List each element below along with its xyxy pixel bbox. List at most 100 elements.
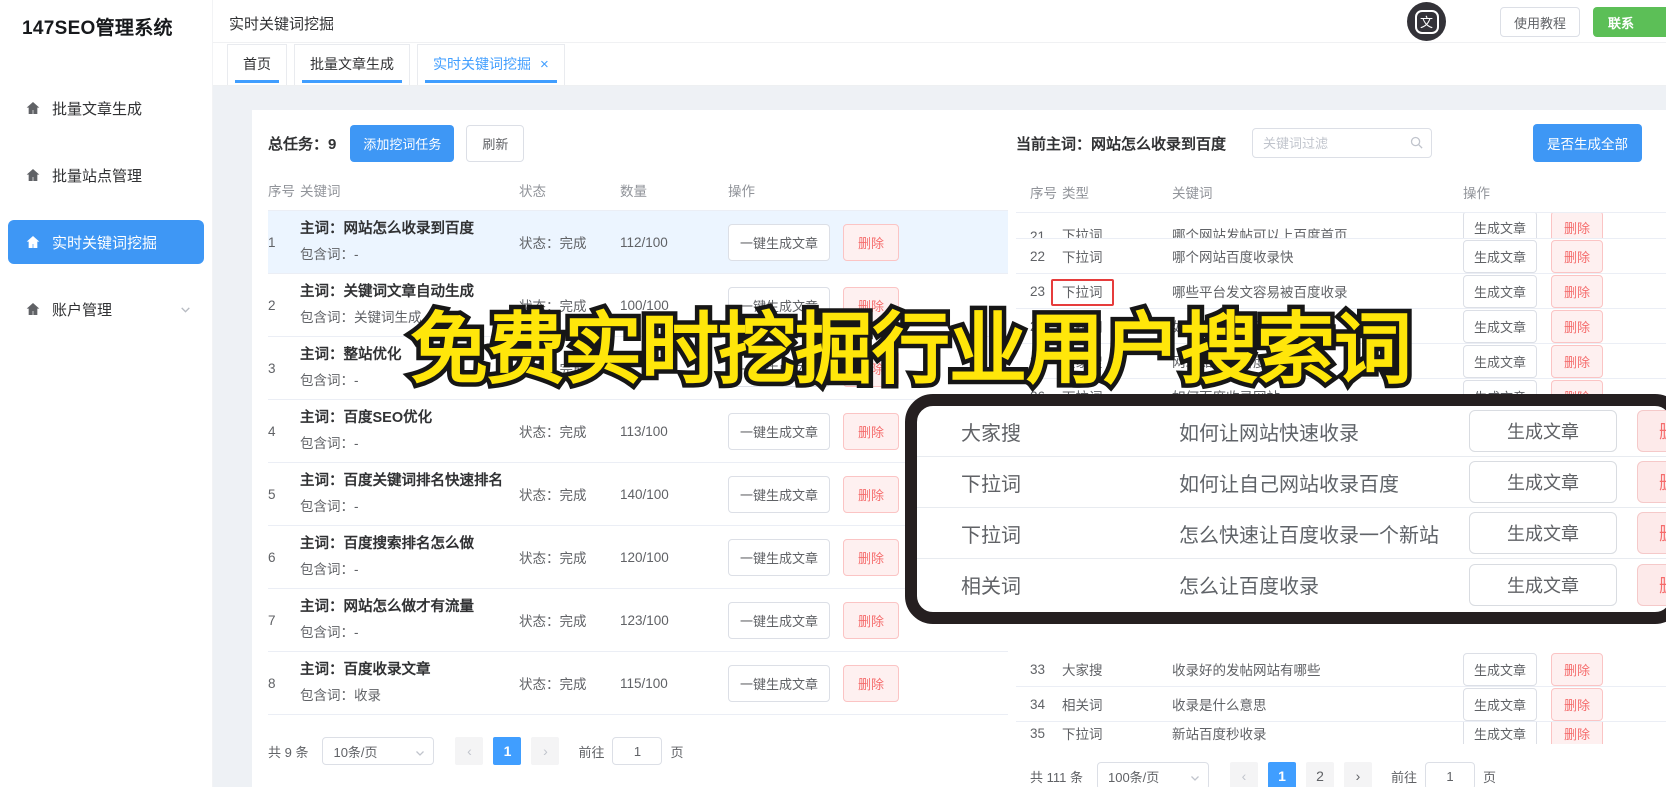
task-row-number: 2: [268, 297, 276, 313]
task-main-keyword: 主词：整站优化: [300, 347, 402, 363]
generate-all-button[interactable]: 是否生成全部: [1533, 124, 1642, 162]
sidebar-item-label: 实时关键词挖掘: [52, 234, 158, 252]
page-button-1[interactable]: 1: [493, 737, 522, 765]
goto-page-input[interactable]: [1425, 762, 1475, 787]
keyword-row-number: 22: [1030, 248, 1046, 264]
generate-article-button[interactable]: 生成文章: [1463, 652, 1538, 686]
generate-article-button[interactable]: 一键生成文章: [728, 475, 831, 513]
next-page-button[interactable]: ›: [1343, 762, 1372, 787]
generate-article-button[interactable]: 生成文章: [1469, 461, 1617, 503]
generate-article-button[interactable]: 生成文章: [1463, 239, 1538, 273]
sidebar-item-4[interactable]: 账户管理: [8, 287, 204, 331]
tab-1[interactable]: 首页: [227, 44, 287, 85]
contact-button[interactable]: 联系: [1593, 7, 1666, 37]
generate-article-button[interactable]: 一键生成文章: [728, 664, 831, 702]
task-row: 7 主词：网站怎么做才有流量 包含词：- 状态：完成 123/100 一键生成文章 删除: [268, 589, 1008, 652]
delete-button[interactable]: 删除: [843, 538, 900, 576]
task-row: 6 主词：百度搜索排名怎么做 包含词：- 状态：完成 120/100 一键生成文章 删除: [268, 526, 1008, 589]
generate-article-button[interactable]: 生成文章: [1463, 309, 1538, 343]
delete-button[interactable]: 删除: [1551, 344, 1604, 378]
sidebar-item-2[interactable]: 批量站点管理: [8, 153, 204, 197]
type-label: 大家搜: [1062, 663, 1103, 678]
keyword-filter-input[interactable]: [1252, 128, 1433, 158]
sidebar-item-3[interactable]: 实时关键词挖掘: [8, 220, 204, 264]
current-keyword-label: 当前主词：网站怎么收录到百度: [1016, 135, 1227, 153]
task-status: 状态：完成: [519, 299, 587, 314]
generate-article-button[interactable]: 一键生成文章: [728, 412, 831, 450]
generate-article-button[interactable]: 一键生成文章: [728, 349, 831, 387]
delete-button[interactable]: 删除: [1637, 563, 1666, 606]
delete-button[interactable]: 删除: [1551, 722, 1604, 744]
keyword-row: 35 下拉词 新站百度秒收录 生成文章 删除: [1016, 722, 1666, 744]
generate-article-button[interactable]: 一键生成文章: [728, 538, 831, 576]
delete-button[interactable]: 删除: [1637, 410, 1666, 452]
goto-page-input[interactable]: [612, 737, 663, 765]
delete-button[interactable]: 删除: [1551, 309, 1604, 343]
task-actions: 一键生成文章 删除: [728, 286, 1008, 324]
next-page-button[interactable]: ›: [531, 737, 560, 765]
keyword-panel-header: 当前主词：网站怎么收录到百度 是否生成全部: [1016, 124, 1666, 162]
delete-button[interactable]: 删除: [843, 349, 900, 387]
delete-button[interactable]: 删除: [843, 664, 900, 702]
generate-article-button[interactable]: 生成文章: [1463, 274, 1538, 308]
task-row-number: 8: [268, 675, 276, 691]
delete-button[interactable]: 删除: [1637, 461, 1666, 503]
page-button-1[interactable]: 1: [1267, 762, 1296, 787]
delete-button[interactable]: 删除: [843, 475, 900, 513]
task-row-number: 1: [268, 234, 276, 250]
tab-2[interactable]: 批量文章生成: [294, 44, 410, 85]
delete-button[interactable]: 删除: [843, 286, 900, 324]
refresh-button[interactable]: 刷新: [466, 124, 525, 162]
keyword-text: 如何让网站被百度收录: [1172, 320, 1307, 335]
task-actions: 一键生成文章 删除: [728, 223, 1008, 261]
delete-button[interactable]: 删除: [1551, 213, 1604, 238]
delete-button[interactable]: 删除: [1551, 652, 1604, 686]
delete-button[interactable]: 删除: [843, 223, 900, 261]
generate-article-button[interactable]: 一键生成文章: [728, 223, 831, 261]
tab-close-icon[interactable]: ×: [540, 57, 549, 72]
generate-article-button[interactable]: 一键生成文章: [728, 286, 831, 324]
generate-article-button[interactable]: 生成文章: [1463, 722, 1538, 744]
highlighted-type-label: 下拉词: [1051, 279, 1114, 306]
task-count: 115/100: [620, 675, 668, 691]
keyword-text: 哪个网站发帖可以上百度首页: [1172, 228, 1348, 239]
keyword-text: 哪个网站百度收录快: [1172, 250, 1294, 265]
col-keyword: 关键词: [300, 184, 341, 199]
task-main-keyword: 主词：关键词文章自动生成: [300, 284, 474, 300]
generate-article-button[interactable]: 生成文章: [1463, 344, 1538, 378]
page-button-2[interactable]: 2: [1305, 762, 1334, 787]
delete-button[interactable]: 删除: [1637, 512, 1666, 554]
previous-page-button[interactable]: ‹: [1229, 762, 1258, 787]
tutorial-button[interactable]: 使用教程: [1500, 7, 1581, 37]
page-size-select[interactable]: 10条/页: [322, 737, 435, 765]
generate-article-button[interactable]: 生成文章: [1469, 512, 1617, 554]
page-size-select[interactable]: 100条/页: [1096, 762, 1209, 787]
add-task-button[interactable]: 添加挖词任务: [350, 124, 455, 162]
type-label: 下拉词: [1062, 320, 1103, 335]
keyword-type: 下拉词: [1051, 279, 1172, 306]
generate-article-button[interactable]: 生成文章: [1463, 213, 1538, 238]
delete-button[interactable]: 删除: [1551, 274, 1604, 308]
task-status: 状态：完成: [519, 362, 587, 377]
keyword-row-number: 33: [1030, 661, 1046, 677]
delete-button[interactable]: 删除: [843, 412, 900, 450]
tab-label: 批量文章生成: [310, 56, 394, 72]
previous-page-button[interactable]: ‹: [455, 737, 484, 765]
delete-button[interactable]: 删除: [1551, 687, 1604, 721]
total-tasks-value: 9: [328, 135, 337, 153]
delete-button[interactable]: 删除: [1551, 239, 1604, 273]
sidebar-item-1[interactable]: 批量文章生成: [8, 86, 204, 130]
home-icon: [26, 169, 40, 181]
generate-article-button[interactable]: 生成文章: [1469, 410, 1617, 452]
keyword-pagination: 共 111 条 100条/页 ‹ 12 › 前往 页: [1016, 762, 1666, 787]
generate-article-button[interactable]: 生成文章: [1469, 563, 1617, 606]
chevron-down-icon: [1191, 776, 1199, 781]
delete-button[interactable]: 删除: [843, 601, 900, 639]
sidebar-item-label: 批量站点管理: [52, 167, 143, 185]
generate-article-button[interactable]: 一键生成文章: [728, 601, 831, 639]
task-table-body: 1 主词：网站怎么收录到百度 包含词：- 状态：完成 112/100 一键生成文章 删除 2 主…: [268, 211, 1008, 715]
magnified-type: 大家搜: [961, 422, 1021, 445]
tab-3[interactable]: 实时关键词挖掘 ×: [417, 44, 565, 85]
generate-article-button[interactable]: 生成文章: [1463, 687, 1538, 721]
keyword-actions: 生成文章删除: [1463, 344, 1666, 378]
